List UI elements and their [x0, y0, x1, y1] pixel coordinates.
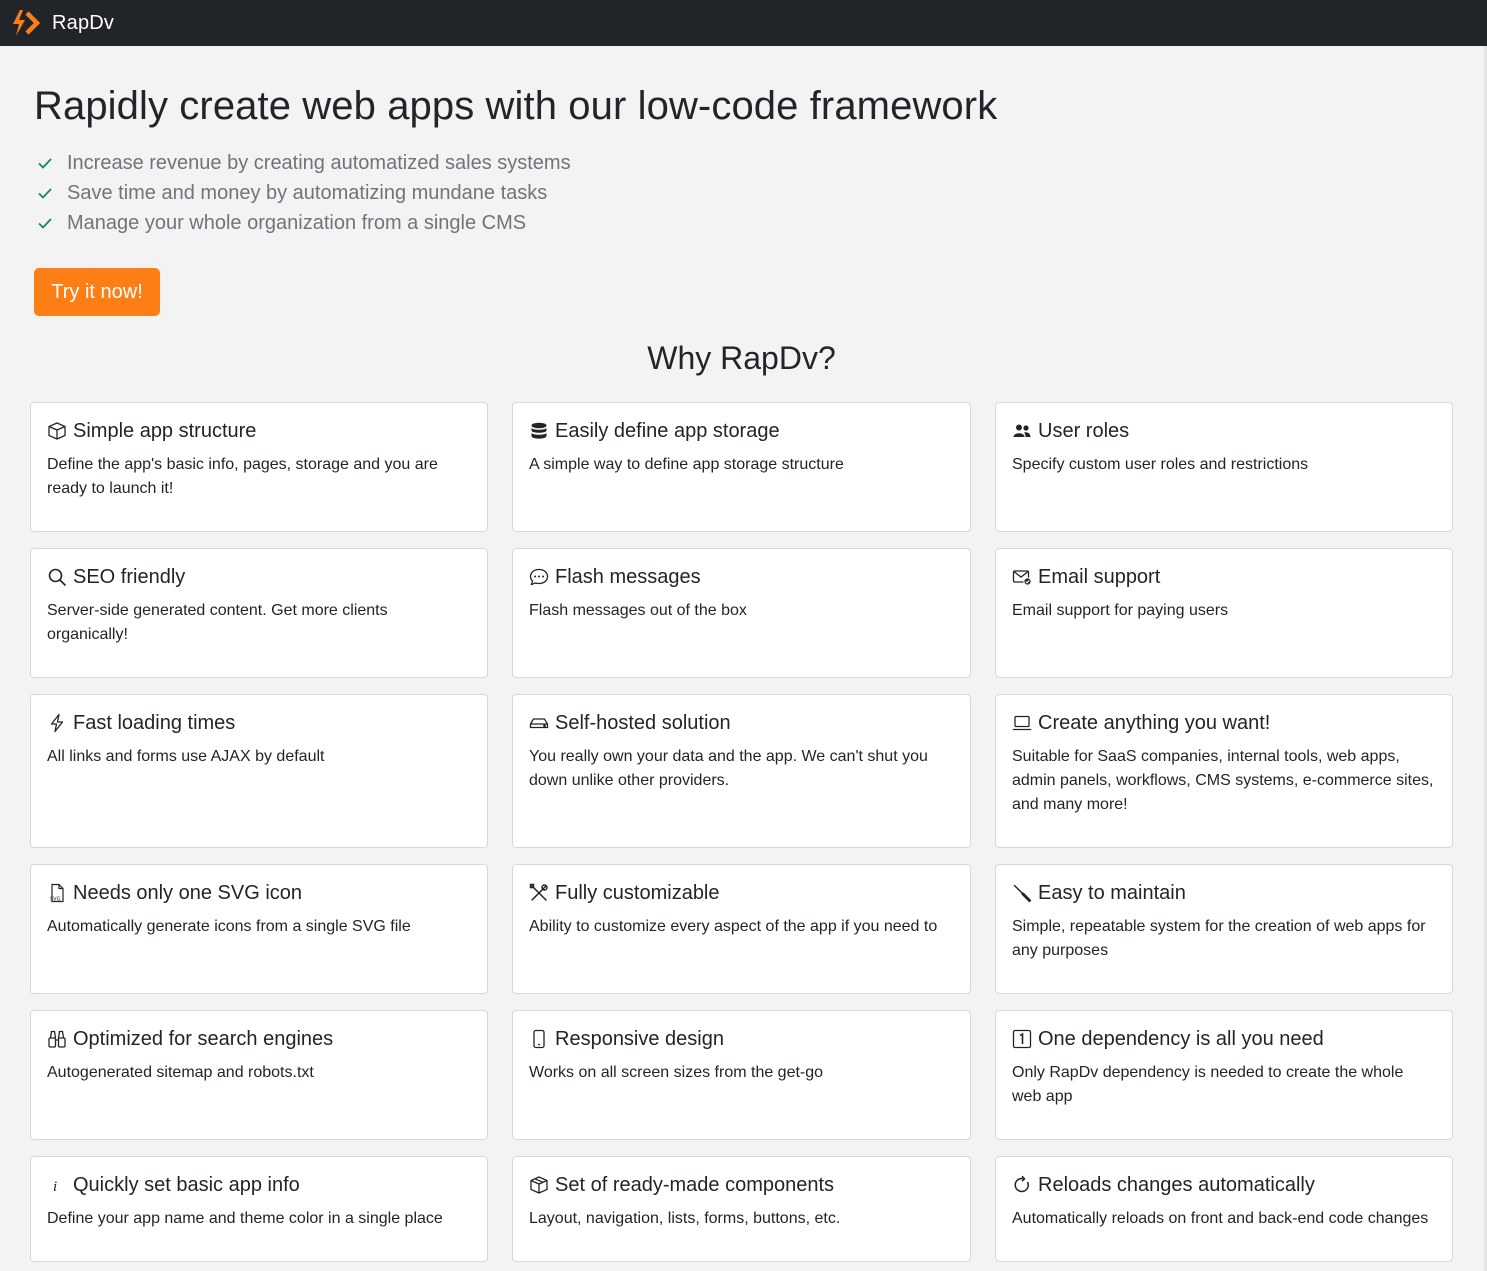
feature-title: Easily define app storage [555, 419, 780, 442]
tools-icon [529, 883, 548, 901]
feature-title: Reloads changes automatically [1038, 1173, 1315, 1196]
feature-text: Automatically reloads on front and back-… [1012, 1210, 1429, 1227]
benefit-list: Increase revenue by creating automatized… [34, 148, 1434, 238]
feature-title: Flash messages [555, 565, 701, 588]
feature-text: Autogenerated sitemap and robots.txt [47, 1064, 314, 1081]
feature-text: A simple way to define app storage struc… [529, 456, 844, 473]
benefit-item: Increase revenue by creating automatized… [34, 148, 1434, 178]
feature-card: SEO friendly Server-side generated conte… [30, 548, 488, 678]
feature-grid: Simple app structure Define the app's ba… [30, 402, 1453, 1262]
feature-title: SEO friendly [73, 565, 186, 588]
feature-title: Email support [1038, 565, 1161, 588]
file-svg-icon: SVG [50, 883, 64, 903]
feature-text: All links and forms use AJAX by default [47, 748, 325, 765]
chat-dots-icon [529, 568, 549, 586]
feature-card: Fast loading times All links and forms u… [30, 694, 488, 848]
feature-card: Optimized for search engines Autogenerat… [30, 1010, 488, 1140]
feature-title: Create anything you want! [1038, 711, 1271, 734]
feature-title: Simple app structure [73, 419, 257, 442]
search-icon [48, 568, 67, 587]
svg-text:i: i [53, 1179, 57, 1195]
box-icon [48, 422, 66, 440]
logo-bolt-chevron-icon [13, 10, 41, 36]
feature-text: Layout, navigation, lists, forms, button… [529, 1210, 841, 1227]
benefit-item: Manage your whole organization from a si… [34, 208, 1434, 238]
feature-text: Works on all screen sizes from the get-g… [529, 1064, 824, 1081]
info-icon: i [53, 1179, 57, 1195]
benefit-text: Save time and money by automatizing mund… [67, 181, 548, 204]
laptop-icon [1012, 715, 1032, 731]
people-icon [1013, 424, 1031, 437]
feature-card: Self-hosted solution You really own your… [512, 694, 971, 848]
check-icon [38, 158, 52, 169]
feature-title: Responsive design [555, 1027, 724, 1050]
lightning-icon [50, 713, 64, 733]
feature-card: Email support Email support for paying u… [995, 548, 1453, 678]
brand-link[interactable]: RapDv [10, 8, 114, 38]
feature-text: Ability to customize every aspect of the… [529, 918, 938, 935]
feature-title: Fast loading times [73, 711, 236, 734]
feature-title: Needs only one SVG icon [73, 881, 303, 904]
feature-title: Optimized for search engines [73, 1027, 334, 1050]
feature-card: Set of ready-made components Layout, nav… [512, 1156, 971, 1262]
check-icon [38, 218, 52, 229]
feature-text: Simple, repeatable system for the creati… [1012, 918, 1426, 959]
feature-card: One dependency is all you need Only RapD… [995, 1010, 1453, 1140]
feature-text: Specify custom user roles and restrictio… [1012, 456, 1309, 473]
feature-title: Fully customizable [555, 881, 720, 904]
feature-title: Set of ready-made components [555, 1173, 835, 1196]
feature-title: Easy to maintain [1038, 881, 1186, 904]
feature-text: Define your app name and theme color in … [47, 1210, 443, 1227]
feature-text: Automatically generate icons from a sing… [47, 918, 411, 935]
benefit-item: Save time and money by automatizing mund… [34, 178, 1434, 208]
feature-text: Flash messages out of the box [529, 602, 747, 619]
database-icon [531, 422, 547, 439]
benefit-text: Increase revenue by creating automatized… [67, 151, 571, 174]
feature-card: User roles Specify custom user roles and… [995, 402, 1453, 532]
feature-title: One dependency is all you need [1038, 1027, 1324, 1050]
svg-text:SVG: SVG [50, 897, 61, 903]
feature-card: Responsive design Works on all screen si… [512, 1010, 971, 1140]
feature-title: Self-hosted solution [555, 711, 731, 734]
envelope-check-icon [1012, 570, 1032, 586]
one-square-icon [1012, 1029, 1032, 1049]
feature-card: SVG Needs only one SVG icon Automaticall… [30, 864, 488, 994]
feature-text: Email support for paying users [1012, 602, 1229, 619]
feature-text: Define the app's basic info, pages, stor… [47, 456, 438, 497]
benefit-text: Manage your whole organization from a si… [67, 211, 527, 234]
navbar: RapDv [0, 0, 1487, 46]
screwdriver-icon [1013, 884, 1031, 902]
feature-text: Suitable for SaaS companies, internal to… [1012, 748, 1434, 813]
feature-text: Only RapDv dependency is needed to creat… [1012, 1064, 1404, 1105]
boxes-icon [530, 1176, 548, 1194]
hero-section: Rapidly create web apps with our low-cod… [34, 82, 1434, 238]
feature-text: You really own your data and the app. We… [529, 748, 928, 789]
feature-title: User roles [1038, 419, 1130, 442]
brand-name: RapDv [52, 11, 115, 34]
feature-card: Easily define app storage A simple way t… [512, 402, 971, 532]
feature-title: Quickly set basic app info [73, 1173, 300, 1196]
feature-card: Easy to maintain Simple, repeatable syst… [995, 864, 1453, 994]
hdd-icon [529, 718, 549, 729]
features-heading: Why RapDv? [647, 340, 836, 376]
binoculars-icon [48, 1030, 66, 1048]
feature-card: i Quickly set basic app info Define your… [30, 1156, 488, 1262]
hero-title: Rapidly create web apps with our low-cod… [34, 84, 998, 128]
arrow-clockwise-icon [1014, 1175, 1029, 1193]
feature-card: Reloads changes automatically Automatica… [995, 1156, 1453, 1262]
feature-card: Create anything you want! Suitable for S… [995, 694, 1453, 848]
phone-icon [533, 1029, 545, 1049]
feature-card: Fully customizable Ability to customize … [512, 864, 971, 994]
feature-text: Server-side generated content. Get more … [47, 602, 388, 643]
check-icon [38, 188, 52, 199]
feature-card: Flash messages Flash messages out of the… [512, 548, 971, 678]
try-it-now-button[interactable]: Try it now! [34, 268, 160, 316]
feature-card: Simple app structure Define the app's ba… [30, 402, 488, 532]
